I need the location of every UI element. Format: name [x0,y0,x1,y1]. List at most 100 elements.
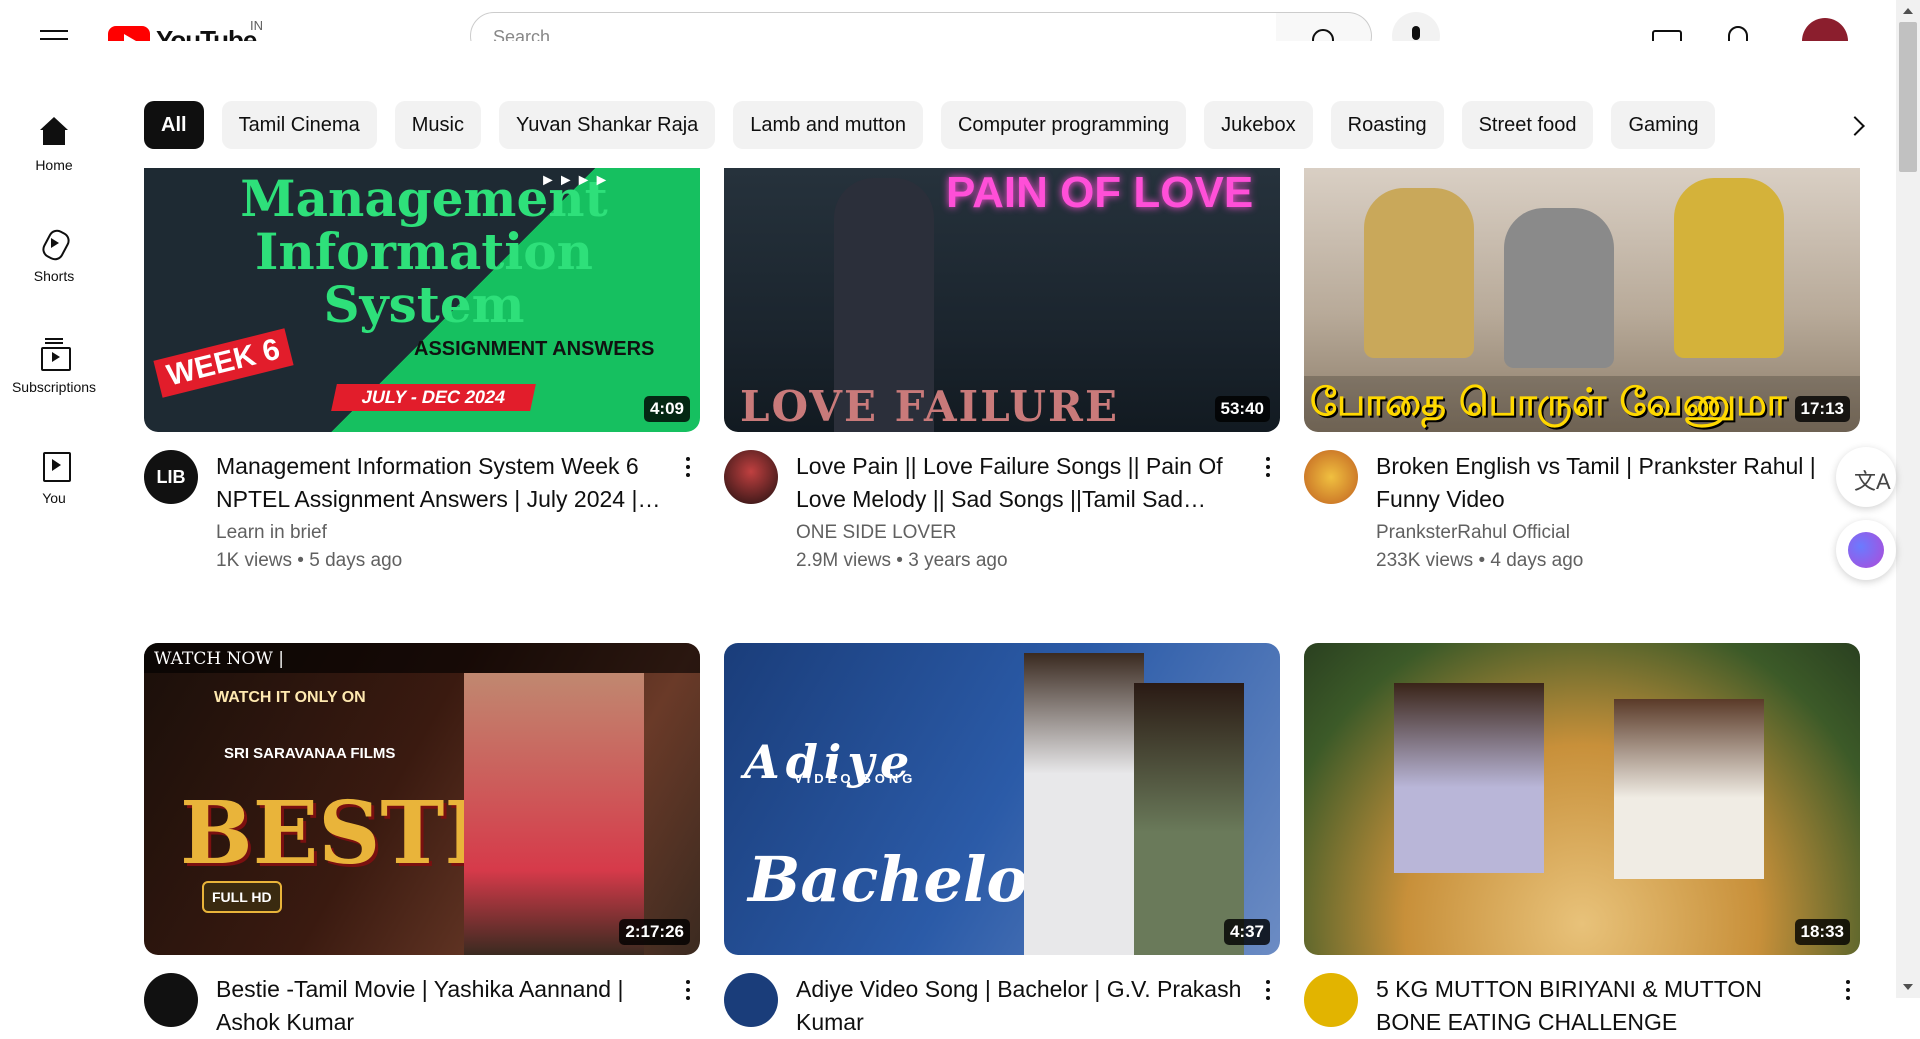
thumb-subtitle: ASSIGNMENT ANSWERS [414,338,655,360]
more-actions-icon[interactable] [1256,977,1280,1005]
account-avatar[interactable] [1802,18,1848,41]
thumb-watch-text: WATCH NOW | [154,649,284,669]
duration-badge: 53:40 [1214,396,1270,422]
video-stats: 1K views • 5 days ago [216,550,403,571]
week-badge: WEEK 6 [153,328,294,398]
duration-badge: 18:33 [1794,919,1850,945]
channel-avatar[interactable] [724,973,778,1027]
thumb-bottom-text: LOVE FAILURE SONGS [740,382,1119,432]
guide-item-subscriptions[interactable]: Subscriptions [0,327,108,438]
thumb-studio: SRI SARAVANAA FILMS [224,745,396,762]
person-figure [1394,683,1544,873]
translate-icon: 文A [1854,469,1891,494]
video-card[interactable]: Management Information System ►►►► WEEK … [144,168,700,572]
person-figure [1614,699,1764,879]
chip-gaming[interactable]: Gaming [1611,101,1716,149]
mini-guide: Home Shorts Subscriptions You [0,105,108,549]
create-icon[interactable] [1652,30,1682,41]
voice-search-button[interactable] [1392,12,1440,41]
guide-item-home[interactable]: Home [0,105,108,216]
ai-assistant-button[interactable] [1836,520,1896,580]
subscriptions-icon [39,339,71,371]
thumb-movie-title: Bachelor [748,843,1061,916]
guide-item-shorts[interactable]: Shorts [0,216,108,327]
avatar-text: LIB [156,466,186,487]
video-title[interactable]: Love Pain || Love Failure Songs || Pain … [796,450,1250,516]
channel-name[interactable]: ONE SIDE LOVER [796,522,1250,544]
channel-avatar[interactable] [144,973,198,1027]
video-title[interactable]: Broken English vs Tamil | Prankster Rahu… [1376,450,1830,516]
you-icon [39,450,71,482]
video-thumbnail[interactable]: Management Information System ►►►► WEEK … [144,168,700,432]
channel-name[interactable]: PranksterRahul Official [1376,522,1830,544]
guide-item-you[interactable]: You [0,438,108,549]
chip-street-food[interactable]: Street food [1461,101,1594,149]
search-input[interactable]: Search [470,12,1277,41]
full-hd-badge: FULL HD [202,881,282,913]
channel-avatar[interactable] [1304,973,1358,1027]
chevron-right-icon[interactable] [1832,100,1882,150]
video-title[interactable]: Management Information System Week 6 NPT… [216,450,670,516]
thumb-watch-only: WATCH IT ONLY ON [214,689,366,706]
video-title[interactable]: 5 KG MUTTON BIRIYANI & MUTTON BONE EATIN… [1376,973,1830,1039]
search-button[interactable] [1276,12,1372,41]
translate-button[interactable]: 文A [1836,447,1896,507]
person-figure [1364,188,1474,358]
video-title[interactable]: Bestie -Tamil Movie | Yashika Aannand | … [216,973,670,1039]
video-card[interactable]: 18:33 5 KG MUTTON BIRIYANI & MUTTON BONE… [1304,643,1860,1039]
logo-text: YouTube [156,25,257,41]
video-thumbnail[interactable]: Adiye VIDEO SONG Bachelor 4:37 [724,643,1280,955]
more-actions-icon[interactable] [1836,977,1860,1005]
video-card[interactable]: Adiye VIDEO SONG Bachelor 4:37 Adiye Vid… [724,643,1280,1039]
channel-name[interactable]: Learn in brief [216,522,670,544]
chip-yuvan-shankar-raja[interactable]: Yuvan Shankar Raja [498,101,716,149]
notifications-icon[interactable] [1728,26,1748,41]
chip-all[interactable]: All [144,101,204,149]
thumb-line: Information [254,222,594,281]
chip-tamil-cinema[interactable]: Tamil Cinema [221,101,377,149]
chip-jukebox[interactable]: Jukebox [1204,101,1313,149]
guide-label: Subscriptions [11,379,97,395]
more-actions-icon[interactable] [1256,454,1280,482]
country-code: IN [250,18,263,33]
video-thumbnail[interactable]: 18:33 [1304,643,1860,955]
brain-icon [1848,532,1884,568]
channel-avatar[interactable]: LIB [144,450,198,504]
video-thumbnail[interactable]: WATCH NOW | WATCH IT ONLY ON SRI SARAVAN… [144,643,700,955]
menu-icon[interactable] [40,30,68,41]
duration-badge: 2:17:26 [619,919,690,945]
video-thumbnail[interactable]: PAIN OF LOVE LOVE FAILURE SONGS 53:40 [724,168,1280,432]
video-stats: 2.9M views • 3 years ago [796,550,1008,571]
more-actions-icon[interactable] [676,454,700,482]
video-title[interactable]: Adiye Video Song | Bachelor | G.V. Praka… [796,973,1250,1039]
duration-badge: 4:37 [1223,919,1270,945]
channel-avatar[interactable] [1304,450,1358,504]
video-card[interactable]: PAIN OF LOVE LOVE FAILURE SONGS 53:40 Lo… [724,168,1280,572]
scroll-up-arrow-icon[interactable] [1903,8,1913,14]
more-actions-icon[interactable] [676,977,700,1005]
scroll-thumb[interactable] [1899,22,1917,172]
person-figure [1504,208,1614,368]
thumb-label: VIDEO SONG [794,771,917,786]
chip-roasting[interactable]: Roasting [1330,101,1444,149]
channel-avatar[interactable] [724,450,778,504]
chip-lamb-and-mutton[interactable]: Lamb and mutton [733,101,923,149]
filter-chips-bar: All Tamil Cinema Music Yuvan Shankar Raj… [144,101,1844,149]
guide-label: Home [35,157,73,173]
chip-computer-programming[interactable]: Computer programming [940,101,1187,149]
masthead: YouTube IN Search [0,0,1896,41]
youtube-logo[interactable]: YouTube [108,25,257,41]
video-card[interactable]: WATCH NOW | WATCH IT ONLY ON SRI SARAVAN… [144,643,700,1039]
chip-music[interactable]: Music [394,101,481,149]
duration-badge: 4:09 [643,396,690,422]
person-figure [1134,683,1244,955]
page-scrollbar[interactable] [1896,0,1920,998]
duration-badge: 17:13 [1794,396,1850,422]
person-figure [464,673,644,955]
youtube-play-icon [108,25,150,41]
guide-label: Shorts [33,268,75,284]
arrows-icon: ►►►► [540,172,612,189]
scroll-down-arrow-icon[interactable] [1903,984,1913,990]
video-card[interactable]: போதை பொருள் வேணுமா 17:13 Broken English … [1304,168,1860,572]
video-thumbnail[interactable]: போதை பொருள் வேணுமா 17:13 [1304,168,1860,432]
